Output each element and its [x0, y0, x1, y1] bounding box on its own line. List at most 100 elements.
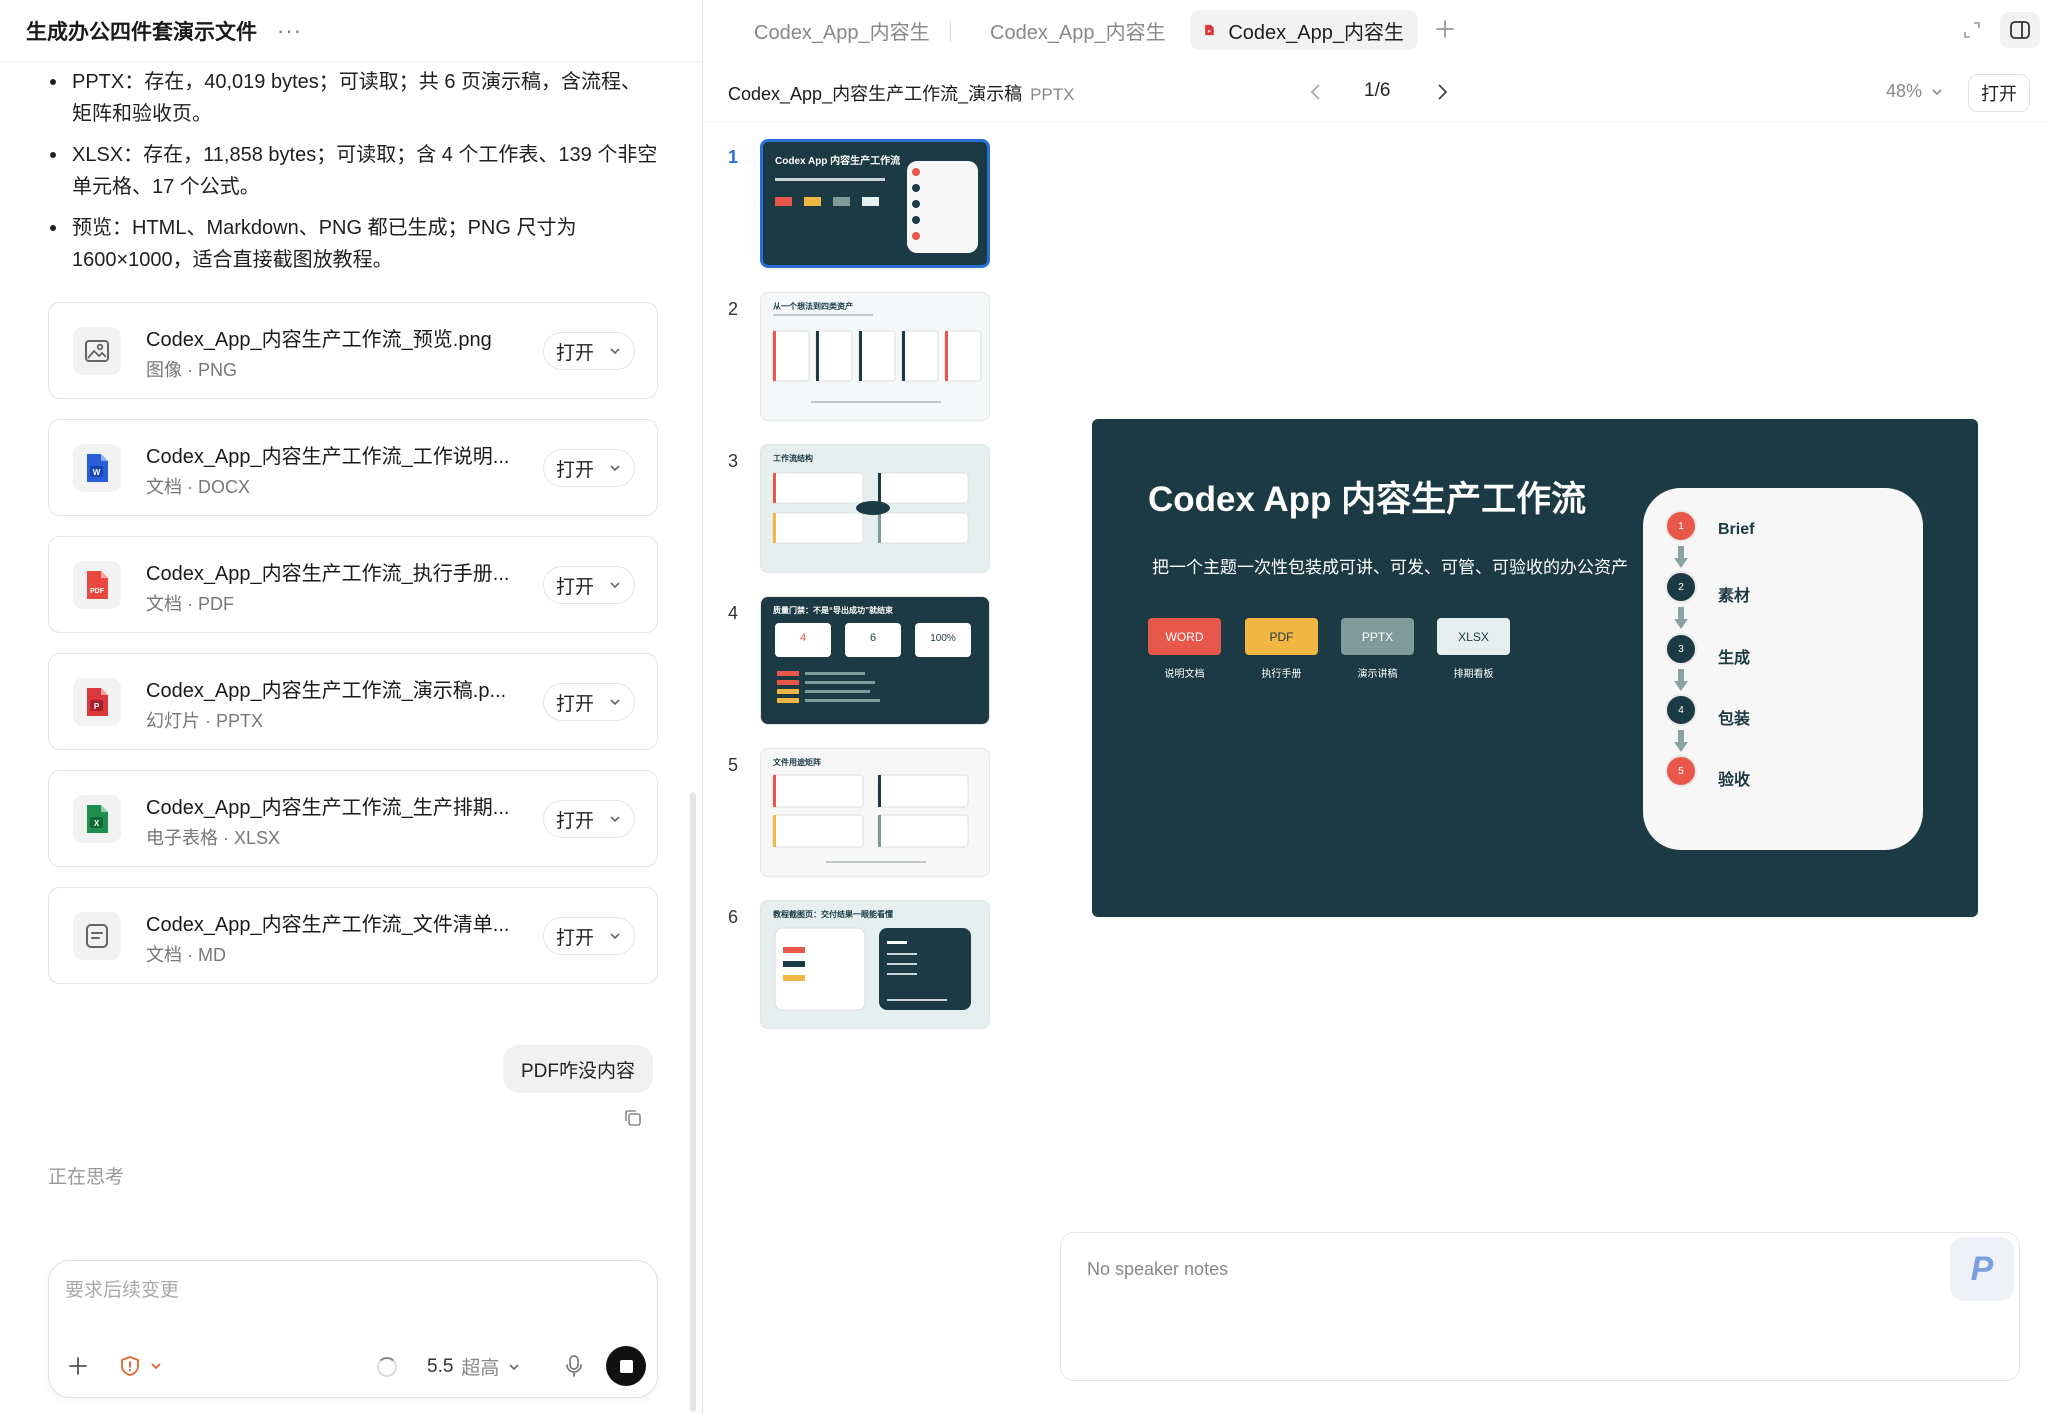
chevron-down-icon	[610, 465, 620, 472]
chip-pptx: PPTX	[1341, 618, 1414, 655]
sidebar-toggle-icon	[2010, 21, 2030, 39]
chip-caption: 执行手册	[1261, 669, 1302, 680]
workflow-card: 1 Brief 2 素材 3 生成 4 包装 5 验收	[1643, 488, 1923, 850]
file-card-preview-png[interactable]: Codex_App_内容生产工作流_预览.png 图像 · PNG 打开	[48, 302, 658, 399]
file-type: 文档 · MD	[146, 945, 226, 965]
expand-icon[interactable]	[1962, 20, 1982, 40]
step-label: 生成	[1718, 650, 1751, 667]
chip-label: WORD	[1165, 629, 1204, 644]
file-card-docx[interactable]: W Codex_App_内容生产工作流_工作说明... 文档 · DOCX 打开	[48, 419, 658, 516]
tab-pptx[interactable]: P Codex_App_内容生	[1190, 10, 1418, 50]
chat-header: 生成办公四件套演示文件 ···	[0, 0, 703, 62]
preview-panel: W Codex_App_内容生 PDF Codex_App_内容生 P Code…	[704, 0, 2048, 1414]
shield-warning-icon	[121, 1356, 139, 1376]
speaker-notes[interactable]: No speaker notes	[1060, 1232, 2020, 1381]
tab-divider	[950, 20, 951, 42]
summary-item: XLSX：存在，11,858 bytes；可读取；含 4 个工作表、139 个非…	[50, 139, 660, 203]
followup-input[interactable]	[65, 1275, 625, 1307]
open-label: 打开	[556, 927, 595, 949]
thumbnail-number: 4	[728, 603, 739, 623]
plus-icon[interactable]	[67, 1355, 89, 1377]
tab-docx[interactable]: W Codex_App_内容生	[726, 10, 942, 50]
file-card-pptx[interactable]: P Codex_App_内容生产工作流_演示稿.p... 幻灯片 · PPTX …	[48, 653, 658, 750]
file-card-xlsx[interactable]: X Codex_App_内容生产工作流_生产排期... 电子表格 · XLSX …	[48, 770, 658, 867]
file-card-md[interactable]: Codex_App_内容生产工作流_文件清单... 文档 · MD 打开	[48, 887, 658, 984]
paypal-badge-icon[interactable]: P	[1950, 1237, 2014, 1301]
open-file-button[interactable]: 打开	[543, 566, 635, 604]
slide-thumbnail-2[interactable]: 从一个想法到四类资产	[760, 292, 990, 421]
powerpoint-icon: P	[73, 678, 121, 726]
thumb-title: 教程截图页：交付结果一眼能看懂	[772, 909, 893, 919]
step-circle: 1	[1665, 510, 1697, 542]
slide-canvas: Codex App 内容生产工作流 把一个主题一次性包装成可讲、可发、可管、可验…	[1092, 419, 1978, 917]
open-document-button[interactable]: 打开	[1968, 74, 2030, 112]
new-tab-icon[interactable]	[1432, 16, 1458, 42]
chip-label: PPTX	[1361, 629, 1394, 644]
open-file-button[interactable]: 打开	[543, 917, 635, 955]
thumb-title: 质量门禁：不是“导出成功”就结束	[773, 605, 894, 615]
chevron-down-icon	[610, 933, 620, 940]
more-options-button[interactable]: ···	[277, 18, 302, 44]
step-number: 3	[1678, 643, 1684, 655]
chip-label: XLSX	[1458, 629, 1489, 644]
step-label: Brief	[1718, 521, 1755, 538]
copy-icon[interactable]	[623, 1108, 643, 1128]
slide-thumbnail-5[interactable]: 文件用途矩阵	[760, 748, 990, 877]
open-file-button[interactable]: 打开	[543, 800, 635, 838]
page-indicator: 1/6	[1364, 80, 1391, 101]
file-card-pdf[interactable]: PDF Codex_App_内容生产工作流_执行手册... 文档 · PDF 打…	[48, 536, 658, 633]
arrow-down-icon	[1674, 546, 1688, 568]
file-type: 文档 · PDF	[146, 594, 234, 614]
stop-button[interactable]	[606, 1346, 646, 1386]
slide-thumbnail-3[interactable]: 工作流结构	[760, 444, 990, 573]
open-label: 打开	[556, 810, 595, 832]
thumbnail-number: 3	[728, 451, 739, 471]
chevron-down-icon	[509, 1363, 520, 1370]
open-file-button[interactable]: 打开	[543, 449, 635, 487]
user-message-bubble: PDF咋没内容	[503, 1045, 654, 1093]
document-name: Codex_App_内容生产工作流_演示稿 PPTX	[728, 80, 1075, 106]
step-number: 1	[1678, 520, 1684, 532]
svg-text:X: X	[94, 819, 100, 828]
arrow-down-icon	[1674, 607, 1688, 629]
chat-title: 生成办公四件套演示文件	[26, 20, 257, 44]
svg-text:PDF: PDF	[90, 588, 105, 595]
pdf-icon: PDF	[73, 561, 121, 609]
model-selector[interactable]: 5.5 超高	[427, 1353, 521, 1380]
step-label: 包装	[1718, 711, 1751, 728]
file-name: Codex_App_内容生产工作流_文件清单...	[146, 914, 510, 936]
open-label: 打开	[556, 693, 595, 715]
summary-item: PPTX：存在，40,019 bytes；可读取；共 6 页演示稿，含流程、矩阵…	[50, 66, 660, 130]
microphone-icon[interactable]	[563, 1353, 585, 1379]
file-name: Codex_App_内容生产工作流_演示稿.p...	[146, 680, 507, 702]
chip-label: PDF	[1269, 629, 1294, 644]
chip-caption: 演示讲稿	[1357, 669, 1398, 680]
open-file-button[interactable]: 打开	[543, 332, 635, 370]
previous-page-icon[interactable]	[1304, 80, 1328, 104]
open-file-button[interactable]: 打开	[543, 683, 635, 721]
thumbnail-number: 6	[728, 907, 739, 927]
chat-scrollbar[interactable]	[690, 792, 696, 1412]
slide-thumbnail-4[interactable]: 质量门禁：不是“导出成功”就结束 4 6 100%	[760, 596, 990, 725]
word-icon: W	[73, 444, 121, 492]
model-version: 5.5	[427, 1355, 454, 1377]
permission-selector[interactable]	[119, 1355, 163, 1377]
document-type: PPTX	[1030, 85, 1075, 104]
toggle-panel-button[interactable]	[2000, 12, 2040, 48]
file-type: 文档 · DOCX	[146, 477, 251, 497]
next-page-icon[interactable]	[1430, 80, 1454, 104]
slide-thumbnail-1[interactable]: Codex App 内容生产工作流	[760, 139, 990, 268]
zoom-selector[interactable]: 48%	[1886, 81, 1944, 102]
excel-icon: X	[73, 795, 121, 843]
chevron-down-icon	[610, 699, 620, 706]
file-name: Codex_App_内容生产工作流_生产排期...	[146, 797, 510, 819]
tab-label: Codex_App_内容生	[990, 21, 1166, 44]
powerpoint-icon: P	[1205, 24, 1214, 36]
slide-thumbnail-6[interactable]: 教程截图页：交付结果一眼能看懂	[760, 900, 990, 1029]
stop-icon	[619, 1359, 633, 1373]
chevron-down-icon	[151, 1363, 161, 1370]
tab-pdf[interactable]: PDF Codex_App_内容生	[962, 10, 1178, 50]
chevron-down-icon	[610, 582, 620, 589]
chip-caption: 说明文档	[1164, 669, 1205, 680]
thumb-stat: 100%	[930, 633, 956, 644]
